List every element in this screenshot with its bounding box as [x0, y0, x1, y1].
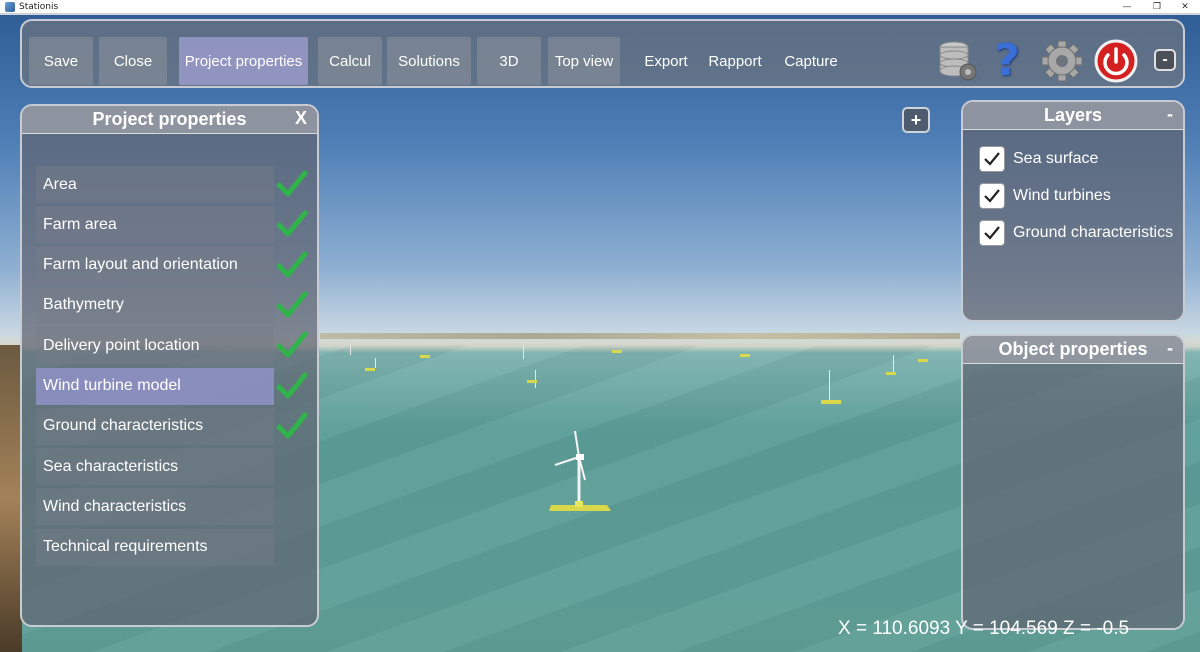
turbine-mid	[829, 370, 830, 402]
window-restore-button[interactable]: ❐	[1142, 0, 1172, 14]
minimize-icon[interactable]: -	[1154, 49, 1176, 71]
minimize-glyph: -	[1162, 51, 1168, 68]
property-item-technical-requirements[interactable]: Technical requirements	[36, 528, 274, 566]
layers-collapse-button[interactable]: -	[1167, 104, 1173, 125]
turbine-float	[740, 354, 750, 357]
horizon-coastline	[320, 333, 960, 339]
toolbar-button-rapport[interactable]: Rapport	[703, 37, 767, 85]
turbine-distant	[523, 345, 524, 359]
layer-sea-surface[interactable]: Sea surface	[979, 146, 1098, 172]
property-item-sea-characteristics[interactable]: Sea characteristics	[36, 448, 274, 486]
toolbar-button-save[interactable]: Save	[29, 37, 93, 85]
window-titlebar: Stationis — ❐ ✕	[0, 0, 1200, 14]
panel-title: Project properties	[92, 109, 247, 129]
settings-gear-icon[interactable]	[1040, 39, 1084, 83]
coastline-cliff	[0, 345, 22, 652]
database-gear-icon[interactable]	[938, 40, 978, 82]
checkbox-check-icon	[984, 226, 1000, 240]
wind-turbine-foreground[interactable]	[545, 425, 615, 520]
checkmark-icon	[276, 372, 308, 398]
layer-label: Ground characteristics	[1013, 224, 1174, 241]
property-item-farm-layout-and-orientation[interactable]: Farm layout and orientation	[36, 246, 274, 284]
turbine-distant	[375, 358, 376, 368]
turbine-distant	[535, 370, 536, 388]
turbine-float	[527, 380, 537, 383]
layer-wind-turbines[interactable]: Wind turbines	[979, 183, 1111, 209]
toolbar-button-3d[interactable]: 3D	[477, 37, 541, 85]
toolbar-button-export[interactable]: Export	[634, 37, 698, 85]
property-item-farm-area[interactable]: Farm area	[36, 206, 274, 244]
turbine-float	[612, 350, 622, 353]
object-properties-panel: Object properties -	[961, 334, 1185, 630]
property-item-ground-characteristics[interactable]: Ground characteristics	[36, 407, 274, 445]
checkbox-check-icon	[984, 152, 1000, 166]
property-item-wind-characteristics[interactable]: Wind characteristics	[36, 488, 274, 526]
layer-checkbox[interactable]	[979, 220, 1005, 246]
property-item-bathymetry[interactable]: Bathymetry	[36, 286, 274, 324]
turbine-float	[886, 372, 896, 375]
turbine-float	[918, 359, 928, 362]
panel-title: Layers	[1043, 105, 1103, 125]
checkmark-icon	[276, 251, 308, 278]
layer-checkbox[interactable]	[979, 183, 1005, 209]
object-properties-header: Object properties -	[963, 336, 1183, 364]
help-glyph: ?	[994, 34, 1020, 86]
power-icon[interactable]	[1094, 39, 1138, 83]
toolbar-button-capture[interactable]: Capture	[775, 37, 847, 85]
checkmark-icon	[276, 210, 308, 237]
window-close-button[interactable]: ✕	[1170, 0, 1200, 14]
panel-title: Object properties	[998, 339, 1148, 359]
property-item-wind-turbine-model[interactable]: Wind turbine model	[36, 367, 274, 405]
layers-header: Layers -	[963, 102, 1183, 130]
layer-label: Sea surface	[1013, 150, 1099, 167]
layers-panel: Layers - Sea surface Wind turbines Ground …	[961, 100, 1185, 322]
property-item-delivery-point-location[interactable]: Delivery point location	[36, 327, 274, 365]
window-minimize-button[interactable]: —	[1112, 0, 1142, 14]
panel-close-button[interactable]: X	[295, 108, 307, 129]
project-properties-panel: Project properties X Area Farm area Farm l…	[20, 104, 319, 627]
coordinates-readout: X = 110.6093 Y = 104.569 Z = -0.5	[838, 618, 1130, 639]
toolbar-button-solutions[interactable]: Solutions	[387, 37, 471, 85]
turbine-float	[365, 368, 375, 371]
toolbar-button-close[interactable]: Close	[99, 37, 167, 85]
toolbar-button-top-view[interactable]: Top view	[548, 37, 620, 85]
turbine-distant	[350, 345, 351, 355]
turbine-float	[420, 355, 430, 358]
turbine-distant	[893, 355, 894, 373]
help-icon[interactable]: ?	[990, 35, 1024, 86]
app-icon	[5, 1, 15, 12]
object-collapse-button[interactable]: -	[1167, 338, 1173, 359]
toolbar-button-calcul[interactable]: Calcul	[318, 37, 382, 85]
layer-label: Wind turbines	[1013, 187, 1111, 204]
toolbar-button-project-properties[interactable]: Project properties	[179, 37, 308, 85]
project-properties-header: Project properties X	[22, 106, 317, 134]
property-item-area[interactable]: Area	[36, 166, 274, 203]
layer-ground-characteristics[interactable]: Ground characteristics	[979, 220, 1173, 246]
checkmark-icon	[276, 170, 308, 197]
add-button[interactable]: +	[902, 107, 930, 133]
checkmark-icon	[276, 331, 308, 358]
checkmark-icon	[276, 291, 308, 318]
layer-checkbox[interactable]	[979, 146, 1005, 172]
checkmark-icon	[276, 412, 308, 439]
turbine-float	[821, 400, 841, 404]
window-title: Stationis	[19, 1, 59, 12]
checkbox-check-icon	[984, 189, 1000, 203]
